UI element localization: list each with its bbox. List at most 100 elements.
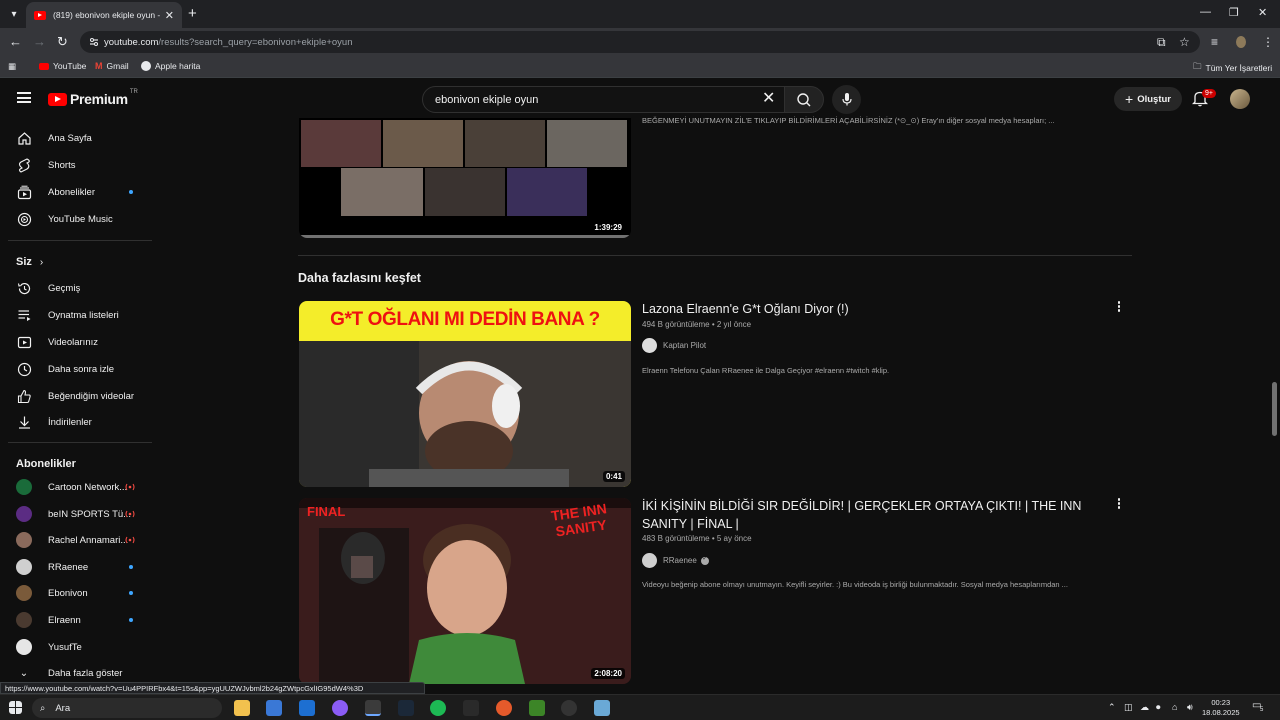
media-control-icon[interactable]: ≡: [1211, 35, 1218, 49]
sidebar-channel-yusufte[interactable]: YusufTe: [16, 635, 156, 659]
app-icon[interactable]: [332, 700, 348, 716]
origin-icon[interactable]: [496, 700, 512, 716]
sidebar-channel-bein-sports[interactable]: beIN SPORTS Tü...: [16, 502, 156, 526]
video-title[interactable]: İKİ KİŞİNİN BİLDİĞİ SIR DEĞİLDİR! | GERÇ…: [642, 497, 1092, 533]
steam-icon[interactable]: [398, 700, 414, 716]
bookmark-star-icon[interactable]: ☆: [1179, 35, 1190, 49]
sidebar-you-heading[interactable]: Siz ›: [16, 256, 43, 268]
taskbar-search[interactable]: ⌕ Ara: [32, 698, 222, 718]
volume-icon[interactable]: 🔊︎: [1187, 702, 1193, 713]
browser-menu-icon[interactable]: ⋮: [1262, 35, 1274, 49]
youtube-logo[interactable]: Premium TR: [48, 89, 138, 107]
sidebar-item-watch-later[interactable]: Daha sonra izle: [16, 357, 156, 381]
new-tab-button[interactable]: +: [188, 5, 197, 22]
sidebar-item-shorts[interactable]: Shorts: [16, 153, 156, 177]
search-value: ebonivon ekiple oyun: [435, 93, 539, 106]
video-views: 494 B görüntüleme: [642, 320, 710, 329]
video-thumbnail[interactable]: G*T OĞLANI MI DEDİN BANA ? 0:41: [299, 301, 631, 487]
sidebar-item-youtube-music[interactable]: YouTube Music: [16, 207, 156, 231]
microphone-tray-icon[interactable]: ⏺: [1156, 702, 1161, 713]
section-divider: [298, 255, 1132, 256]
bookmark-youtube[interactable]: YouTube: [39, 61, 86, 71]
browser-tab-active[interactable]: (819) ebonivon ekiple oyun - YouTube ✕: [26, 2, 182, 28]
system-clock[interactable]: 00:23 18.08.2025: [1202, 698, 1240, 718]
address-bar[interactable]: youtube.com/results?search_query=ebonivo…: [80, 31, 1200, 53]
site-info-icon[interactable]: [88, 36, 100, 48]
show-more-label: Daha fazla göster: [48, 667, 123, 679]
reload-button[interactable]: ↻: [57, 34, 68, 50]
video-age: 2 yıl önce: [716, 320, 752, 329]
sidebar-channel-elraenn[interactable]: Elraenn: [16, 608, 156, 632]
sidebar-channel-rachel[interactable]: Rachel Annamari...: [16, 528, 156, 552]
sidebar-item-subscriptions[interactable]: Abonelikler: [16, 180, 156, 204]
windows-start-icon[interactable]: [9, 701, 22, 714]
sidebar-item-label: Geçmiş: [48, 282, 81, 294]
tray-app-icon[interactable]: ◫: [1124, 702, 1133, 713]
notification-count: 5: [1260, 707, 1264, 713]
tab-close-icon[interactable]: ✕: [165, 9, 174, 22]
install-app-icon[interactable]: ⧉: [1157, 35, 1166, 50]
chrome-icon[interactable]: [365, 700, 381, 716]
epic-games-icon[interactable]: [463, 700, 479, 716]
minimize-button[interactable]: —: [1200, 6, 1211, 18]
bookmark-label: Apple harita: [155, 61, 201, 71]
sidebar-divider: [8, 442, 152, 443]
forward-button[interactable]: →: [33, 34, 46, 49]
sidebar-channel-ebonivon[interactable]: Ebonivon: [16, 581, 156, 605]
minecraft-icon[interactable]: [529, 700, 545, 716]
store-icon[interactable]: [266, 700, 282, 716]
apps-grid-icon[interactable]: ▦: [8, 61, 16, 72]
restore-button[interactable]: ❐: [1229, 6, 1239, 19]
all-bookmarks-label: Tüm Yer İşaretleri: [1205, 63, 1273, 73]
sidebar-channel-rraenee[interactable]: RRaenee: [16, 555, 156, 579]
notepad-icon[interactable]: [594, 700, 610, 716]
search-input[interactable]: ebonivon ekiple oyun: [422, 86, 785, 113]
window-close-button[interactable]: ✕: [1258, 6, 1267, 19]
video-thumbnail[interactable]: FINAL THE INN SANITY 2:08:20: [299, 498, 631, 684]
sidebar-item-label: Abonelikler: [48, 186, 95, 198]
sidebar-item-playlists[interactable]: Oynatma listeleri: [16, 303, 156, 327]
search-button[interactable]: [784, 86, 824, 113]
voice-search-button[interactable]: [832, 85, 861, 114]
file-explorer-icon[interactable]: [234, 700, 250, 716]
sidebar-item-liked-videos[interactable]: Beğendiğim videolar: [16, 384, 156, 408]
onedrive-icon[interactable]: ☁: [1140, 702, 1149, 713]
obs-icon[interactable]: [561, 700, 577, 716]
more-actions-icon[interactable]: [1115, 498, 1123, 509]
channel-label: RRaenee: [48, 561, 89, 573]
youtube-icon: [39, 62, 49, 70]
sidebar-item-history[interactable]: Geçmiş: [16, 276, 156, 300]
sidebar-item-home[interactable]: Ana Sayfa: [16, 126, 156, 150]
tray-overflow-icon[interactable]: ⌃: [1108, 702, 1116, 713]
sidebar-item-label: Videolarınız: [48, 336, 98, 348]
sidebar-channel-cartoon-network[interactable]: Cartoon Network...: [16, 475, 156, 499]
channel-label: Rachel Annamari...: [48, 534, 129, 546]
channel-label: Elraenn: [48, 614, 81, 626]
channel-avatar: [16, 639, 32, 655]
profile-avatar[interactable]: [1236, 36, 1246, 48]
scrollbar-thumb[interactable]: [1272, 382, 1277, 436]
network-icon[interactable]: ⌂: [1172, 702, 1177, 712]
tab-search-button[interactable]: ▾: [4, 4, 24, 24]
back-button[interactable]: ←: [9, 34, 22, 49]
menu-icon[interactable]: [17, 92, 31, 103]
shorts-icon: [16, 157, 32, 173]
all-bookmarks[interactable]: 🗀 Tüm Yer İşaretleri: [1193, 61, 1272, 75]
create-button[interactable]: + Oluştur: [1114, 87, 1182, 111]
bookmark-gmail[interactable]: M Gmail: [95, 61, 129, 71]
video-channel[interactable]: RRaenee ✓: [642, 553, 709, 568]
video-channel[interactable]: Kaptan Pilot: [642, 338, 706, 353]
outlook-icon[interactable]: [299, 700, 315, 716]
more-actions-icon[interactable]: [1115, 301, 1123, 312]
video-thumbnail-top[interactable]: 1:39:29: [299, 118, 631, 238]
bookmark-apple-maps[interactable]: Apple harita: [141, 61, 200, 71]
sidebar-item-downloads[interactable]: İndirilenler: [16, 410, 156, 434]
video-title[interactable]: Lazona Elraenn'e G*t Oğlanı Diyor (!): [642, 300, 1092, 318]
spotify-icon[interactable]: [430, 700, 446, 716]
account-avatar[interactable]: [1230, 89, 1250, 109]
sidebar-item-your-videos[interactable]: Videolarınız: [16, 330, 156, 354]
sidebar-item-label: Shorts: [48, 159, 76, 171]
liked-icon: [16, 388, 32, 404]
thumbnail-text-left: FINAL: [307, 504, 346, 519]
clear-search-icon[interactable]: ✕: [762, 91, 775, 107]
